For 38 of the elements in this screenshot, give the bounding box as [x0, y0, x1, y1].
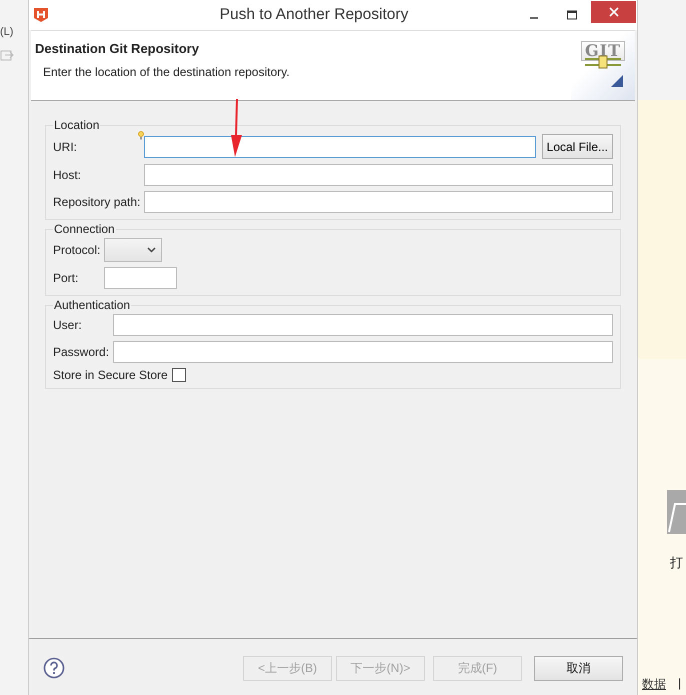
- page-title: Destination Git Repository: [35, 41, 200, 56]
- data-link[interactable]: 数据: [642, 676, 666, 693]
- image-icon: [667, 490, 686, 534]
- chevron-down-icon: [147, 247, 156, 253]
- field-label: Password:: [53, 345, 110, 359]
- field-label: URI:: [53, 140, 78, 154]
- checkbox[interactable]: [172, 368, 186, 382]
- close-button[interactable]: [591, 1, 636, 23]
- input-field[interactable]: [113, 341, 613, 363]
- wizard-button[interactable]: 取消: [534, 656, 623, 680]
- input-field[interactable]: [144, 191, 613, 213]
- page-description: Enter the location of the destination repository.: [42, 65, 290, 79]
- app-icon: [33, 7, 49, 23]
- field-label: Repository path:: [53, 195, 140, 209]
- field-label: Protocol:: [53, 243, 100, 257]
- group-title: Authentication: [53, 298, 132, 312]
- group-title: Connection: [53, 222, 116, 236]
- field-label: User:: [53, 318, 83, 332]
- protocol-dropdown[interactable]: [104, 238, 162, 262]
- menu-text: (L): [0, 26, 14, 38]
- toolbar-icon[interactable]: [0, 48, 14, 62]
- input-field[interactable]: [144, 136, 536, 158]
- input-field[interactable]: [113, 314, 613, 336]
- pointer-arrow: [229, 99, 245, 159]
- field-label: Host:: [53, 168, 82, 182]
- field-label: Port:: [53, 271, 80, 285]
- help-icon[interactable]: [43, 657, 65, 679]
- separator-text: |: [678, 676, 682, 692]
- close-icon: [608, 7, 618, 17]
- git-logo: GIT: [571, 31, 635, 100]
- input-field[interactable]: [144, 164, 613, 186]
- input-field[interactable]: [104, 267, 178, 289]
- group-title: Location: [53, 118, 100, 132]
- window-title: Push to Another Repository: [218, 6, 410, 24]
- maximize-icon[interactable]: [566, 9, 578, 21]
- local-file-button[interactable]: Local File...: [542, 134, 613, 159]
- side-text: 打: [670, 554, 683, 572]
- field-label: Store in Secure Store: [53, 368, 168, 382]
